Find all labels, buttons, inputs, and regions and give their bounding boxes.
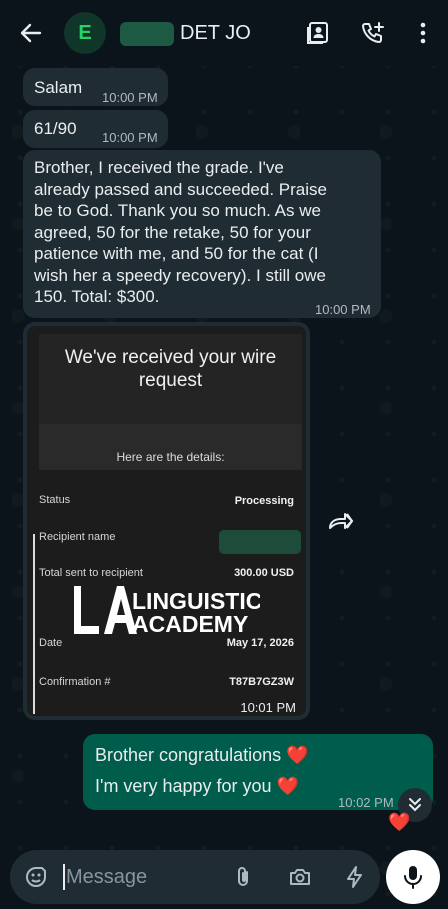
message-line: Brother, I received the grade. I've — [34, 158, 284, 177]
message-line: be to God. Thank you so much. As we — [34, 201, 321, 220]
message-time: 10:02 PM — [338, 795, 394, 810]
sticker-icon[interactable] — [24, 865, 48, 889]
outgoing-message[interactable]: Brother congratulations ❤️ I'm very happ… — [83, 734, 433, 810]
receipt-label: Date — [39, 637, 63, 649]
linguistic-academy-logo: LINGUISTIC ACADEMY — [70, 582, 262, 638]
receipt-title-line: We've received your wire — [64, 347, 277, 368]
message-placeholder: Message — [66, 866, 148, 888]
text-caret — [63, 864, 65, 890]
wire-receipt-image: We've received your wire request Here ar… — [27, 326, 306, 716]
reaction-emoji[interactable]: ❤️ — [388, 812, 410, 833]
receipt-value: 300.00 USD — [234, 567, 294, 579]
chat-header: E DET JO — [0, 0, 448, 66]
message-time: 10:00 PM — [315, 302, 371, 317]
receipt-label: Total sent to recipient — [39, 567, 143, 579]
mic-icon — [404, 866, 422, 889]
message-line: I'm very happy for you ❤️ — [95, 776, 299, 797]
contact-card-icon[interactable] — [305, 20, 331, 46]
incoming-message[interactable]: 61/90 10:00 PM — [23, 110, 168, 148]
message-input[interactable]: Message — [10, 850, 380, 904]
image-message[interactable]: We've received your wire request Here ar… — [23, 322, 310, 720]
add-call-icon[interactable] — [360, 20, 386, 46]
incoming-message[interactable]: Salam 10:00 PM — [23, 68, 168, 106]
message-line: Brother congratulations ❤️ — [95, 745, 309, 766]
message-line: already passed and succeeded. Praise — [34, 179, 327, 199]
contact-name[interactable]: DET JO — [180, 22, 251, 45]
attach-icon[interactable] — [231, 865, 255, 889]
incoming-message[interactable]: Brother, I received the grade. I've alre… — [23, 150, 381, 318]
forward-icon[interactable] — [328, 510, 354, 532]
more-vert-icon[interactable] — [410, 20, 436, 46]
receipt-divider — [33, 534, 35, 714]
watermark-line2: ACADEMY — [132, 611, 248, 637]
message-time: 10:00 PM — [102, 130, 158, 145]
receipt-value: Processing — [234, 495, 294, 507]
receipt-label: Status — [39, 494, 71, 506]
avatar-letter: E — [78, 21, 92, 44]
receipt-subtitle: Here are the details: — [116, 450, 225, 464]
message-line: agreed, 50 for the retake, 50 for your — [34, 222, 311, 242]
lightning-icon[interactable] — [343, 865, 367, 889]
message-time: 10:00 PM — [102, 90, 158, 105]
receipt-label: Confirmation # — [39, 676, 111, 688]
message-text: Salam — [34, 78, 83, 97]
message-time: 10:01 PM — [240, 700, 296, 715]
receipt-title: We've received your wire request — [39, 346, 302, 392]
message-text: Brother congratulations — [95, 745, 282, 765]
message-text: Brother, I received the grade. I've alre… — [34, 157, 327, 308]
mic-button[interactable] — [386, 850, 440, 904]
heart-emoji: ❤️ — [286, 745, 309, 765]
message-text: I'm very happy for you — [95, 776, 272, 796]
message-text: 61/90 — [34, 119, 77, 138]
receipt-label: Recipient name — [39, 531, 116, 543]
receipt-value: May 17, 2026 — [226, 637, 294, 649]
message-line: 150. Total: $300. — [34, 287, 160, 306]
heart-emoji: ❤️ — [276, 776, 299, 796]
avatar[interactable]: E — [64, 12, 106, 54]
message-line: patience with me, and 50 for the cat (I — [34, 244, 319, 263]
redacted-name-block — [120, 22, 174, 46]
redacted-recipient-block — [219, 530, 301, 554]
message-line: wish her a speedy recovery). I still owe — [34, 265, 326, 285]
receipt-value: T87B7GZ3W — [229, 676, 294, 688]
arrow-left-icon[interactable] — [18, 20, 44, 46]
camera-icon[interactable] — [288, 865, 312, 889]
receipt-title-line: request — [138, 370, 203, 391]
